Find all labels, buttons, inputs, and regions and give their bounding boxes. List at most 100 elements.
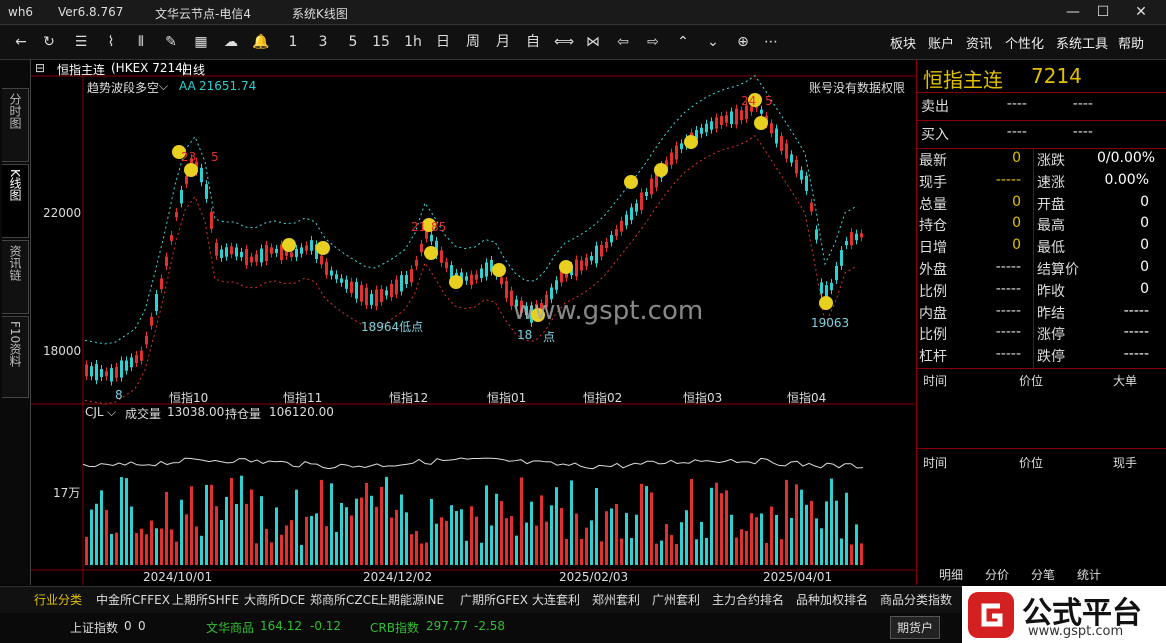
tab-ine[interactable]: 上期能源INE (376, 591, 444, 608)
candle (385, 290, 388, 296)
period-15[interactable]: 15 (372, 31, 390, 53)
candle (800, 170, 803, 180)
volume-bar (745, 530, 748, 565)
volume-bar (795, 484, 798, 565)
tab-commodity-index[interactable]: 商品分类指数 (880, 591, 952, 608)
tab-shfe[interactable]: 上期所SHFE (172, 591, 239, 608)
draw-icon[interactable]: ✎ (162, 31, 180, 53)
grid-icon[interactable]: ▦ (192, 31, 210, 53)
period-day[interactable]: 日 (434, 31, 452, 53)
candle (360, 285, 363, 302)
expand-icon[interactable]: ⟺ (554, 31, 574, 53)
candle (645, 191, 648, 197)
volume-bar (225, 496, 228, 565)
volume-bar (585, 527, 588, 565)
quote-value: 0 (1140, 237, 1149, 254)
close-icon[interactable]: ✕ (1126, 2, 1156, 22)
tab-cffex[interactable]: 中金所CFFEX (96, 591, 170, 608)
tab-ticks[interactable]: 分笔 (1031, 566, 1055, 583)
menu-sector[interactable]: 板块 (890, 33, 916, 52)
candle (840, 250, 843, 266)
quote-row: 总量 0 开盘 0 (917, 194, 1166, 216)
candle (470, 274, 473, 285)
high-label-3b: 5 (765, 94, 773, 108)
candle (405, 274, 408, 285)
bell-icon[interactable]: 🔔 (252, 31, 270, 53)
period-month[interactable]: 月 (494, 31, 512, 53)
tab-price-dist[interactable]: 分价 (985, 566, 1009, 583)
period-1[interactable]: 1 (284, 31, 302, 53)
tab-dce[interactable]: 大商所DCE (244, 591, 305, 608)
date-label: 2024/12/02 (363, 570, 433, 584)
more-icon[interactable]: ⋯ (762, 31, 780, 53)
candle (325, 261, 328, 275)
volume-bar (700, 521, 703, 565)
trade-col-time: 时间 (923, 374, 948, 388)
tab-detail[interactable]: 明细 (939, 566, 963, 583)
minimize-icon[interactable]: — (1058, 2, 1088, 22)
cloud-icon[interactable]: ☁ (222, 31, 240, 53)
period-5[interactable]: 5 (344, 31, 362, 53)
arrow-left-icon[interactable]: ⇦ (614, 31, 632, 53)
menu-tools[interactable]: 系统工具 (1056, 33, 1108, 52)
month-label: 恒指03 (683, 391, 723, 405)
tab-news[interactable]: 资讯链 (2, 240, 29, 314)
tab-industry[interactable]: 行业分类 (34, 591, 82, 608)
candle (775, 128, 778, 144)
futures-account-button[interactable]: 期货户 (890, 616, 941, 639)
candle (260, 248, 263, 263)
period-3[interactable]: 3 (314, 31, 332, 53)
shrink-icon[interactable]: ⋈ (584, 31, 602, 53)
chart-area[interactable]: ⊟ 恒指主连 (HKEX 7214) 日线 趋势波段多空 ⌵ AA 21651.… (31, 60, 915, 585)
menu-help[interactable]: 帮助 (1118, 33, 1144, 52)
volume-bar (835, 500, 838, 565)
volume-bar (440, 517, 443, 565)
tab-f10[interactable]: F10资料 (2, 316, 29, 398)
period-custom[interactable]: 自 (524, 31, 542, 53)
date-label: 2025/04/01 (763, 570, 833, 584)
quote-label: 开盘 (1037, 196, 1065, 213)
crosshair-icon[interactable]: ⊕ (734, 31, 752, 53)
line-chart-icon[interactable]: ⌇ (102, 31, 120, 53)
arrow-right-icon[interactable]: ⇨ (644, 31, 662, 53)
candle (125, 360, 128, 371)
tab-kline[interactable]: K线图 (2, 164, 29, 238)
volume-bar (710, 487, 713, 565)
candle (300, 247, 303, 254)
candle (155, 294, 158, 311)
arrow-up-icon[interactable]: ⌃ (674, 31, 692, 53)
tab-stats[interactable]: 统计 (1077, 566, 1101, 583)
menu-personalize[interactable]: 个性化 (1005, 33, 1044, 52)
candle (215, 242, 218, 256)
menu-news[interactable]: 资讯 (966, 33, 992, 52)
tab-guangzhou-arb[interactable]: 广州套利 (652, 591, 700, 608)
tab-czce[interactable]: 郑商所CZCE (310, 591, 379, 608)
refresh-icon[interactable]: ↻ (40, 31, 58, 53)
candle (335, 274, 338, 280)
volume-bar (770, 506, 773, 565)
list-icon[interactable]: ☰ (72, 31, 90, 53)
menu-account[interactable]: 账户 (928, 33, 954, 52)
arrow-down-icon[interactable]: ⌄ (704, 31, 722, 53)
candle (295, 248, 298, 258)
sell-price: ---- (1006, 96, 1027, 112)
maximize-icon[interactable]: ☐ (1088, 2, 1118, 22)
sub-indicator-name[interactable]: CJL (85, 405, 104, 419)
buy-volume: ---- (1072, 124, 1093, 140)
tab-weighted-rank[interactable]: 品种加权排名 (796, 591, 868, 608)
period-1h[interactable]: 1h (404, 31, 422, 53)
back-icon[interactable]: ← (12, 31, 30, 53)
tab-main-rank[interactable]: 主力合约排名 (712, 591, 784, 608)
tab-dalian-arb[interactable]: 大连套利 (532, 591, 580, 608)
tab-zhengzhou-arb[interactable]: 郑州套利 (592, 591, 640, 608)
period-week[interactable]: 周 (464, 31, 482, 53)
chevron-down-icon[interactable]: ⌵ (107, 405, 116, 420)
volume-bar (830, 478, 833, 565)
tab-timeshare[interactable]: 分时图 (2, 88, 29, 162)
volume-bar (375, 506, 378, 565)
tab-gfex[interactable]: 广期所GFEX (460, 591, 528, 608)
volume-bar (290, 520, 293, 565)
candle (585, 257, 588, 267)
kline-icon[interactable]: ⫴ (132, 31, 150, 53)
volume-bar (145, 534, 148, 565)
